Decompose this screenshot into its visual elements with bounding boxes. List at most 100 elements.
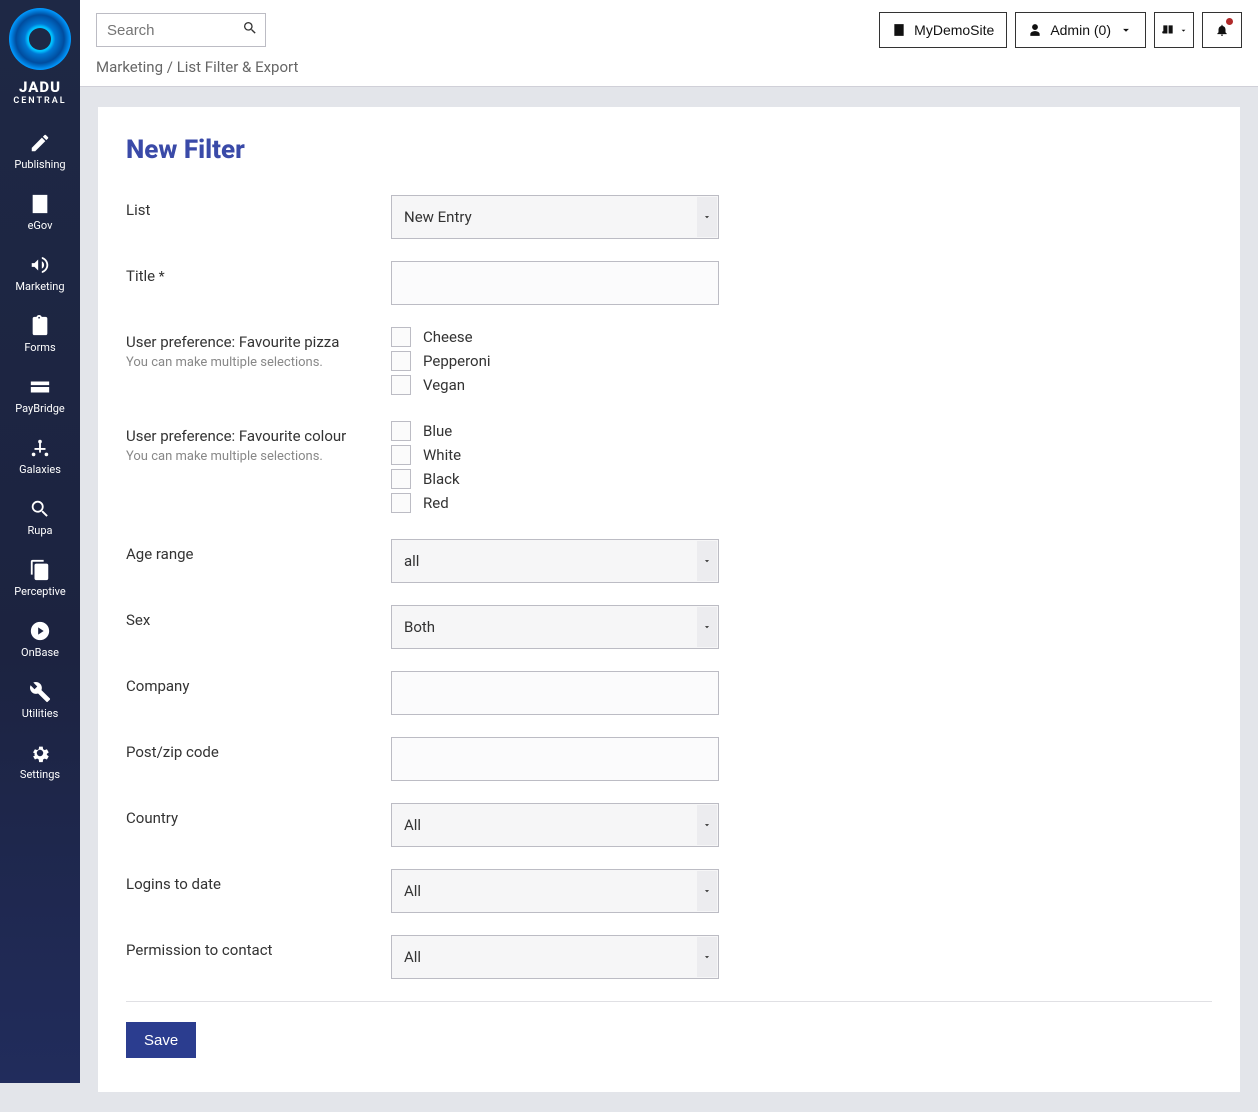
chevron-down-icon [697,805,717,845]
site-button[interactable]: MyDemoSite [879,12,1007,48]
wrench-icon [29,681,51,703]
pizza-option: Cheese [391,327,719,347]
global-search [96,13,266,47]
breadcrumb-parent[interactable]: Marketing [96,58,163,76]
age-select[interactable]: all [391,539,719,583]
colour-hint: You can make multiple selections. [126,449,375,464]
nav-perceptive[interactable]: Perceptive [0,547,80,608]
admin-button[interactable]: Admin (0) [1015,12,1146,48]
building-icon [892,23,906,37]
pencil-icon [29,132,51,154]
country-select[interactable]: All [391,803,719,847]
nav-label: PayBridge [0,402,80,415]
company-field[interactable] [391,671,719,715]
required-marker: * [159,269,165,285]
breadcrumb-sep: / [167,58,173,76]
pizza-label: User preference: Favourite pizza [126,333,375,351]
nav-label: Rupa [0,524,80,537]
notification-dot [1226,18,1233,25]
nav-marketing[interactable]: Marketing [0,242,80,303]
checkbox[interactable] [391,493,411,513]
nav-rupa[interactable]: Rupa [0,486,80,547]
play-circle-icon [29,620,51,642]
age-value: all [404,552,419,570]
nav-onbase[interactable]: OnBase [0,608,80,669]
checkbox[interactable] [391,375,411,395]
sex-label: Sex [126,611,150,629]
search-icon [29,498,51,520]
sex-value: Both [404,618,435,636]
page-title: New Filter [126,135,1212,165]
search-input[interactable] [96,13,266,47]
checkbox[interactable] [391,421,411,441]
notifications-button[interactable] [1202,12,1242,48]
nav-label: Settings [0,768,80,781]
nav-paybridge[interactable]: PayBridge [0,364,80,425]
chevron-down-icon [697,937,717,977]
brand-logo[interactable] [9,8,71,70]
postcode-label: Post/zip code [126,743,219,761]
option-label: White [423,446,461,464]
chevron-down-icon [697,607,717,647]
bullhorn-icon [29,254,51,276]
logins-label: Logins to date [126,875,221,893]
caret-down-icon [1119,23,1133,37]
country-value: All [404,816,421,834]
nav-label: Galaxies [0,463,80,476]
nodes-icon [29,437,51,459]
chevron-down-icon [697,541,717,581]
building-icon [29,193,51,215]
admin-label: Admin (0) [1050,22,1111,38]
checkbox[interactable] [391,327,411,347]
title-field[interactable] [391,261,719,305]
topbar: MyDemoSite Admin (0) Marketing / [80,0,1258,87]
option-label: Black [423,470,460,488]
caret-down-icon [1179,26,1188,35]
pizza-option: Pepperoni [391,351,719,371]
nav-label: Publishing [0,158,80,171]
list-value: New Entry [404,208,472,226]
user-icon [1028,23,1042,37]
chevron-down-icon [697,197,717,237]
option-label: Pepperoni [423,352,491,370]
colour-option: Red [391,493,719,513]
nav-publishing[interactable]: Publishing [0,120,80,181]
option-label: Vegan [423,376,465,394]
breadcrumb-current: List Filter & Export [177,58,299,76]
save-button[interactable]: Save [126,1022,196,1058]
sidebar: JADU CENTRAL Publishing eGov Marketing F… [0,0,80,1083]
option-label: Cheese [423,328,473,346]
main-area: MyDemoSite Admin (0) Marketing / [80,0,1258,1083]
permission-label: Permission to contact [126,941,272,959]
checkbox[interactable] [391,351,411,371]
logins-select[interactable]: All [391,869,719,913]
checkbox[interactable] [391,445,411,465]
list-label: List [126,201,150,219]
nav-egov[interactable]: eGov [0,181,80,242]
divider [126,1001,1212,1002]
brand-main: JADU [13,78,66,96]
list-select[interactable]: New Entry [391,195,719,239]
breadcrumb: Marketing / List Filter & Export [96,58,1242,76]
postcode-field[interactable] [391,737,719,781]
nav-label: Marketing [0,280,80,293]
sex-select[interactable]: Both [391,605,719,649]
nav-forms[interactable]: Forms [0,303,80,364]
gear-icon [29,742,51,764]
docs-button[interactable] [1154,12,1194,48]
logins-value: All [404,882,421,900]
colour-label: User preference: Favourite colour [126,427,375,445]
nav-label: OnBase [0,646,80,659]
option-label: Blue [423,422,452,440]
permission-select[interactable]: All [391,935,719,979]
nav-galaxies[interactable]: Galaxies [0,425,80,486]
nav-label: Utilities [0,707,80,720]
nav-label: Perceptive [0,585,80,598]
checkbox[interactable] [391,469,411,489]
pizza-hint: You can make multiple selections. [126,355,375,370]
site-label: MyDemoSite [914,22,994,38]
search-icon[interactable] [242,20,258,40]
nav-utilities[interactable]: Utilities [0,669,80,730]
nav-settings[interactable]: Settings [0,730,80,791]
panel: New Filter List New Entry Title * [98,107,1240,1092]
